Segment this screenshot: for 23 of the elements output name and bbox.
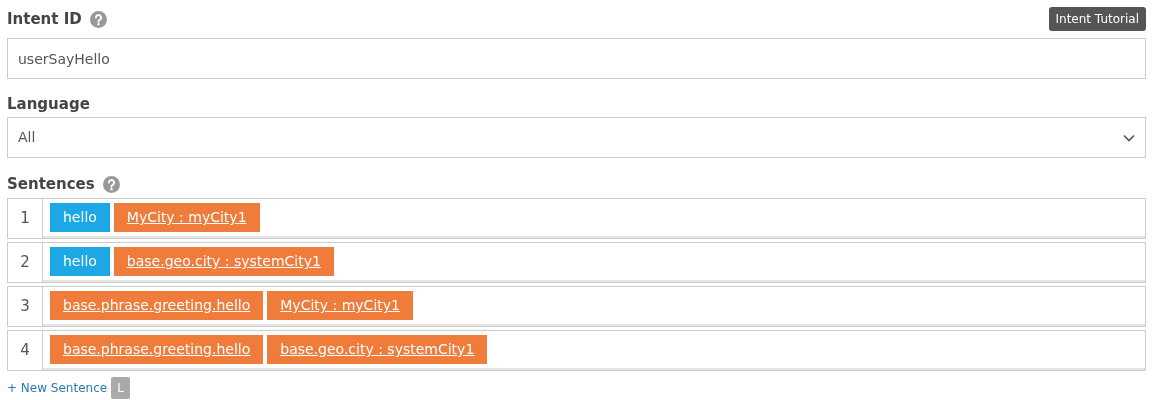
field-label: Language <box>7 94 91 115</box>
word-tag[interactable]: hello <box>50 247 110 276</box>
word-tag[interactable]: hello <box>50 203 110 232</box>
tutorial-button[interactable]: Intent Tutorial <box>1048 7 1146 31</box>
intent-id-field[interactable]: userSayHello <box>7 38 1146 79</box>
shortcut-key: L <box>111 377 130 399</box>
entity-tag[interactable]: base.phrase.greeting.hello <box>50 291 264 320</box>
entity-tag[interactable]: base.geo.city : systemCity1 <box>113 247 334 276</box>
row-number: 1 <box>8 199 43 238</box>
help-icon[interactable] <box>89 10 107 28</box>
row-number: 3 <box>8 287 43 326</box>
language-select[interactable]: All <box>7 117 1146 158</box>
entity-tag[interactable]: base.phrase.greeting.hello <box>50 335 264 364</box>
field-label: Sentences <box>7 173 95 195</box>
field-label: Intent ID <box>7 8 82 30</box>
row-number: 2 <box>8 243 43 282</box>
entity-tag[interactable]: MyCity : myCity1 <box>267 291 413 320</box>
entity-tag[interactable]: MyCity : myCity1 <box>113 203 260 232</box>
entity-tag[interactable]: base.geo.city : systemCity1 <box>267 335 488 364</box>
new-sentence-link[interactable]: + New Sentence <box>7 379 108 397</box>
help-icon[interactable] <box>102 175 120 193</box>
row-number: 4 <box>8 331 43 370</box>
chevron-icon <box>1123 133 1135 142</box>
